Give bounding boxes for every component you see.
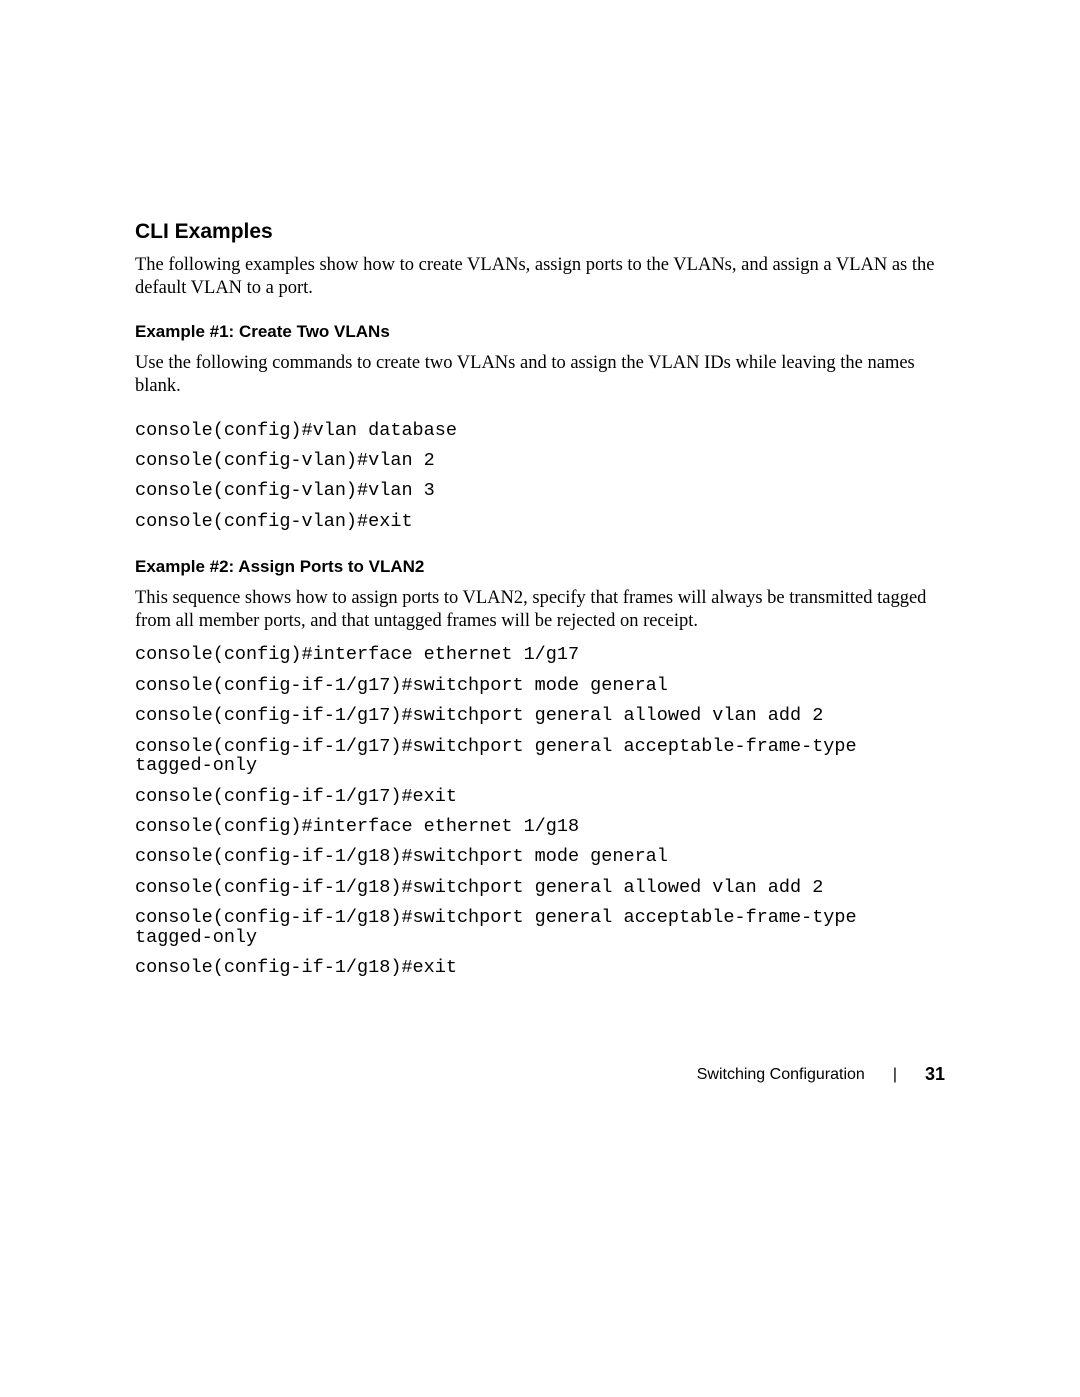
- example1-paragraph: Use the following commands to create two…: [135, 352, 945, 398]
- code-line: console(config-if-1/g17)#exit: [135, 787, 945, 806]
- code-line: console(config)#vlan database: [135, 421, 945, 440]
- example1-heading: Example #1: Create Two VLANs: [135, 322, 945, 342]
- code-line: console(config)#interface ethernet 1/g17: [135, 645, 945, 664]
- code-line: console(config-if-1/g17)#switchport gene…: [135, 706, 945, 725]
- footer-separator: |: [893, 1066, 897, 1084]
- code-line: console(config-if-1/g18)#exit: [135, 958, 945, 977]
- code-line: console(config-if-1/g18)#switchport mode…: [135, 847, 945, 866]
- code-line: console(config-if-1/g17)#switchport gene…: [135, 737, 945, 776]
- footer-section-title: Switching Configuration: [697, 1066, 865, 1084]
- footer-page-number: 31: [925, 1064, 945, 1085]
- code-line: console(config-vlan)#vlan 2: [135, 451, 945, 470]
- code-line: console(config-vlan)#exit: [135, 512, 945, 531]
- code-line: console(config-vlan)#vlan 3: [135, 481, 945, 500]
- intro-paragraph: The following examples show how to creat…: [135, 254, 945, 300]
- page-footer: Switching Configuration | 31: [697, 1064, 945, 1085]
- code-line: console(config)#interface ethernet 1/g18: [135, 817, 945, 836]
- section-heading: CLI Examples: [135, 220, 945, 244]
- code-line: console(config-if-1/g18)#switchport gene…: [135, 878, 945, 897]
- example2-paragraph: This sequence shows how to assign ports …: [135, 587, 945, 633]
- page: CLI Examples The following examples show…: [0, 0, 1080, 1397]
- example2-heading: Example #2: Assign Ports to VLAN2: [135, 557, 945, 577]
- code-line: console(config-if-1/g18)#switchport gene…: [135, 908, 945, 947]
- code-line: console(config-if-1/g17)#switchport mode…: [135, 676, 945, 695]
